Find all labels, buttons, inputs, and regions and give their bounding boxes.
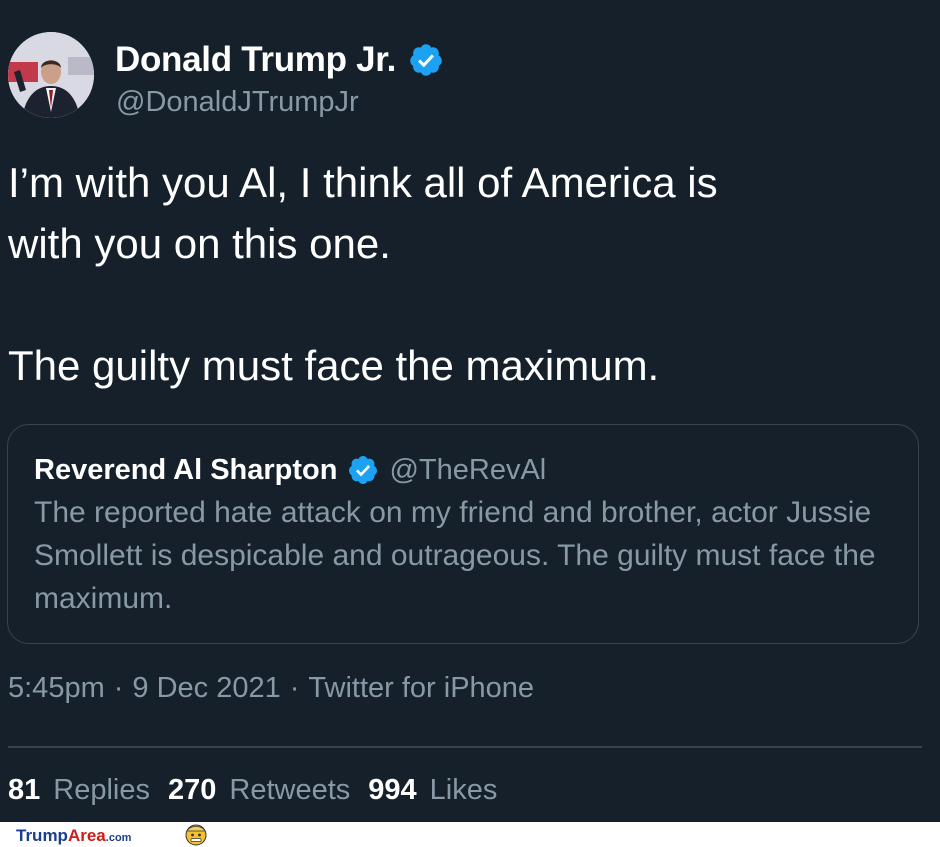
quoted-author-handle: @TheRevAl bbox=[389, 453, 547, 486]
tweet-date[interactable]: 9 Dec 2021 bbox=[132, 672, 280, 705]
replies-label[interactable]: Replies bbox=[53, 774, 150, 807]
tweet-stats: 81 Replies 270 Retweets 994 Likes bbox=[8, 774, 515, 807]
retweets-label[interactable]: Retweets bbox=[229, 774, 350, 807]
avatar-photo bbox=[8, 32, 94, 118]
likes-count[interactable]: 994 bbox=[368, 774, 416, 807]
verified-badge-icon bbox=[349, 456, 378, 484]
watermark-logo: TrumpArea.com bbox=[16, 824, 207, 846]
author-name-row: Donald Trump Jr. bbox=[115, 38, 444, 82]
replies-count[interactable]: 81 bbox=[8, 774, 40, 807]
quoted-tweet[interactable]: Reverend Al Sharpton @TheRevAl The repor… bbox=[7, 424, 919, 644]
likes-label[interactable]: Likes bbox=[430, 774, 498, 807]
trump-face-icon bbox=[185, 824, 207, 846]
tweet-meta: 5:45pm · 9 Dec 2021 · Twitter for iPhone bbox=[8, 672, 534, 705]
svg-text:TrumpArea.com: TrumpArea.com bbox=[16, 826, 132, 845]
author-name[interactable]: Donald Trump Jr. bbox=[115, 40, 396, 80]
verified-badge-icon bbox=[410, 44, 442, 76]
tweet-header: Donald Trump Jr. @DonaldJTrumpJr bbox=[8, 32, 908, 122]
meta-separator: · bbox=[113, 672, 124, 704]
divider bbox=[8, 746, 922, 748]
tweet-source[interactable]: Twitter for iPhone bbox=[308, 672, 534, 705]
author-avatar[interactable] bbox=[8, 32, 94, 118]
quoted-tweet-text: The reported hate attack on my friend an… bbox=[34, 496, 876, 615]
tweet-time[interactable]: 5:45pm bbox=[8, 672, 105, 705]
tweet-text: I’m with you Al, I think all of America … bbox=[8, 159, 718, 389]
retweets-count[interactable]: 270 bbox=[168, 774, 216, 807]
author-handle[interactable]: @DonaldJTrumpJr bbox=[116, 86, 359, 119]
quoted-tweet-header: Reverend Al Sharpton @TheRevAl bbox=[34, 451, 546, 489]
meta-separator: · bbox=[289, 672, 300, 704]
watermark-bar: TrumpArea.com bbox=[0, 822, 940, 847]
quoted-author-name: Reverend Al Sharpton bbox=[34, 453, 338, 486]
